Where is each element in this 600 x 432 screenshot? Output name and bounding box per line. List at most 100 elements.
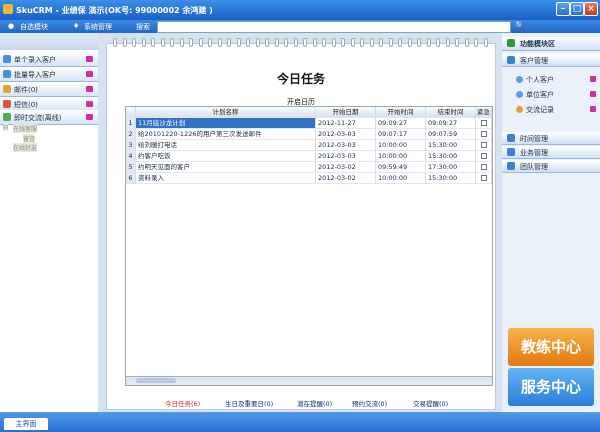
- urgent-checkbox[interactable]: [481, 164, 487, 170]
- binding-ring: [417, 38, 421, 47]
- tree-node-online-service[interactable]: 在线客服: [13, 124, 38, 133]
- binding-ring: [189, 38, 193, 47]
- arrow-icon: [86, 101, 93, 107]
- binding-ring: [284, 38, 288, 47]
- binding-ring: [369, 38, 374, 47]
- binding-ring: [331, 38, 336, 47]
- left-item-single-add[interactable]: 单个录入客户: [0, 52, 98, 67]
- import-icon: [3, 70, 11, 78]
- search-input[interactable]: [157, 21, 511, 33]
- tree-node-message[interactable]: 留言: [23, 134, 36, 143]
- coach-center-button[interactable]: 教练中心: [508, 328, 594, 366]
- section-business-manage[interactable]: 业务管理: [502, 146, 600, 159]
- table-row[interactable]: 3 给刘暖打电话 2012-03-03 10:00:00 15:30:00: [126, 140, 492, 151]
- binding-ring: [198, 38, 203, 47]
- binding-ring: [464, 38, 469, 47]
- minimize-button[interactable]: –: [556, 2, 570, 16]
- urgent-checkbox[interactable]: [481, 131, 487, 137]
- row-end-time: 09:07:59: [426, 129, 476, 140]
- row-urgent: [476, 118, 492, 129]
- menu-custom-module[interactable]: 自选模块: [20, 22, 48, 32]
- table-row[interactable]: 5 约明天见面的客户 2012-03-02 09:59:49 17:30:00: [126, 162, 492, 173]
- row-start-date: 2012-03-03: [316, 151, 376, 162]
- section-team-manage[interactable]: 团队管理: [502, 160, 600, 173]
- binding-ring: [265, 38, 269, 47]
- tab-appointment[interactable]: 预约交流(0): [352, 398, 387, 408]
- binding-ring: [436, 38, 440, 47]
- empty-row: [126, 338, 492, 349]
- header-start-date[interactable]: 开始日期: [316, 107, 376, 118]
- person-icon: [516, 76, 523, 83]
- urgent-checkbox[interactable]: [481, 153, 487, 159]
- section-customer-manage[interactable]: 客户管理: [502, 54, 600, 67]
- tree-root-icon: ⊟: [3, 124, 9, 131]
- close-button[interactable]: ×: [584, 2, 598, 16]
- empty-row: [126, 327, 492, 338]
- tab-main-interface[interactable]: 主界面: [4, 418, 48, 430]
- user-add-icon: [3, 55, 11, 63]
- header-index: [126, 107, 136, 118]
- binding-ring: [179, 38, 184, 47]
- section-label: 时间管理: [520, 135, 548, 143]
- sub-contact-record[interactable]: 交流记录: [516, 105, 596, 115]
- header-urgent[interactable]: 紧急: [476, 107, 492, 118]
- header-start-time[interactable]: 开始时间: [376, 107, 426, 118]
- table-row[interactable]: 4 约客户吃饭 2012-03-03 10:00:00 15:30:00: [126, 151, 492, 162]
- empty-row: [126, 283, 492, 294]
- empty-row: [126, 228, 492, 239]
- empty-row: [126, 316, 492, 327]
- urgent-checkbox[interactable]: [481, 175, 487, 181]
- header-end-time[interactable]: 结束时间: [426, 107, 476, 118]
- scrollbar-thumb[interactable]: [136, 378, 176, 383]
- row-end-time: 09:09:27: [426, 118, 476, 129]
- tab-today-task[interactable]: 今日任务(6): [165, 398, 200, 408]
- service-center-button[interactable]: 服务中心: [508, 368, 594, 406]
- search-icon[interactable]: 🔍: [515, 21, 525, 31]
- tree-node-online-friends[interactable]: 在线好友: [13, 143, 38, 152]
- empty-row: [126, 239, 492, 250]
- section-time-manage[interactable]: 时间管理: [502, 132, 600, 145]
- menu-system-manage[interactable]: 系统管理: [84, 22, 112, 32]
- arrow-icon: [86, 114, 93, 120]
- urgent-checkbox[interactable]: [481, 142, 487, 148]
- row-end-time: 15:30:00: [426, 173, 476, 184]
- tab-birthday[interactable]: 生日及重要日(0): [225, 398, 273, 408]
- binding-ring: [426, 38, 431, 47]
- header-plan-name[interactable]: 计划名称: [136, 107, 316, 118]
- arrow-icon: [86, 86, 93, 92]
- row-end-time: 15:30:00: [426, 151, 476, 162]
- empty-row: [126, 217, 492, 228]
- team-icon: [507, 162, 515, 170]
- row-start-time: 09:09:27: [376, 118, 426, 129]
- sub-company-customer[interactable]: 单位客户: [516, 90, 596, 100]
- maximize-button[interactable]: □: [570, 2, 584, 16]
- table-row[interactable]: 2 给20101220-1226的用户第三次发送邮件 2012-03-03 09:07…: [126, 129, 492, 140]
- function-module-title: 功能模块区: [520, 40, 555, 48]
- row-plan-name: 给20101220-1226的用户第三次发送邮件: [136, 129, 316, 140]
- left-item-batch-import[interactable]: 批量导入客户: [0, 67, 98, 82]
- urgent-checkbox[interactable]: [481, 120, 487, 126]
- binding-ring: [350, 38, 355, 47]
- binding-ring: [455, 38, 459, 47]
- left-toolbar: [0, 33, 98, 50]
- left-item-instant-chat[interactable]: 即时交流(离线): [0, 110, 98, 125]
- window-title: SkuCRM - 业绩保 演示(OK号: 99000002 余鸿建 ): [16, 6, 213, 15]
- right-panel: 功能模块区 客户管理 个人客户 单位客户 交流记录 时间管理 业务管理 团队管理…: [502, 33, 600, 412]
- clock-icon: [507, 134, 515, 142]
- table-row[interactable]: 6 资料录入 2012-03-02 10:00:00 15:30:00: [126, 173, 492, 184]
- mail-icon: [3, 85, 11, 93]
- binding-ring: [255, 38, 260, 47]
- section-label: 团队管理: [520, 163, 548, 171]
- sub-personal-customer[interactable]: 个人客户: [516, 75, 596, 85]
- left-item-label: 单个录入客户: [14, 56, 56, 64]
- binding-ring: [398, 38, 402, 47]
- table-row[interactable]: 1 11月底沙龙计划 2012-11-27 09:09:27 09:09:27: [126, 118, 492, 129]
- page-title: 今日任务: [276, 72, 325, 86]
- tab-deal-remind[interactable]: 交易提醒(0): [413, 398, 448, 408]
- tab-potential-remind[interactable]: 潜在提醒(0): [297, 398, 332, 408]
- horizontal-scrollbar[interactable]: [126, 376, 492, 385]
- row-urgent: [476, 173, 492, 184]
- left-item-label: 短信(0): [14, 101, 38, 109]
- row-start-time: 10:00:00: [376, 140, 426, 151]
- left-item-mail[interactable]: 邮件(0): [0, 82, 98, 97]
